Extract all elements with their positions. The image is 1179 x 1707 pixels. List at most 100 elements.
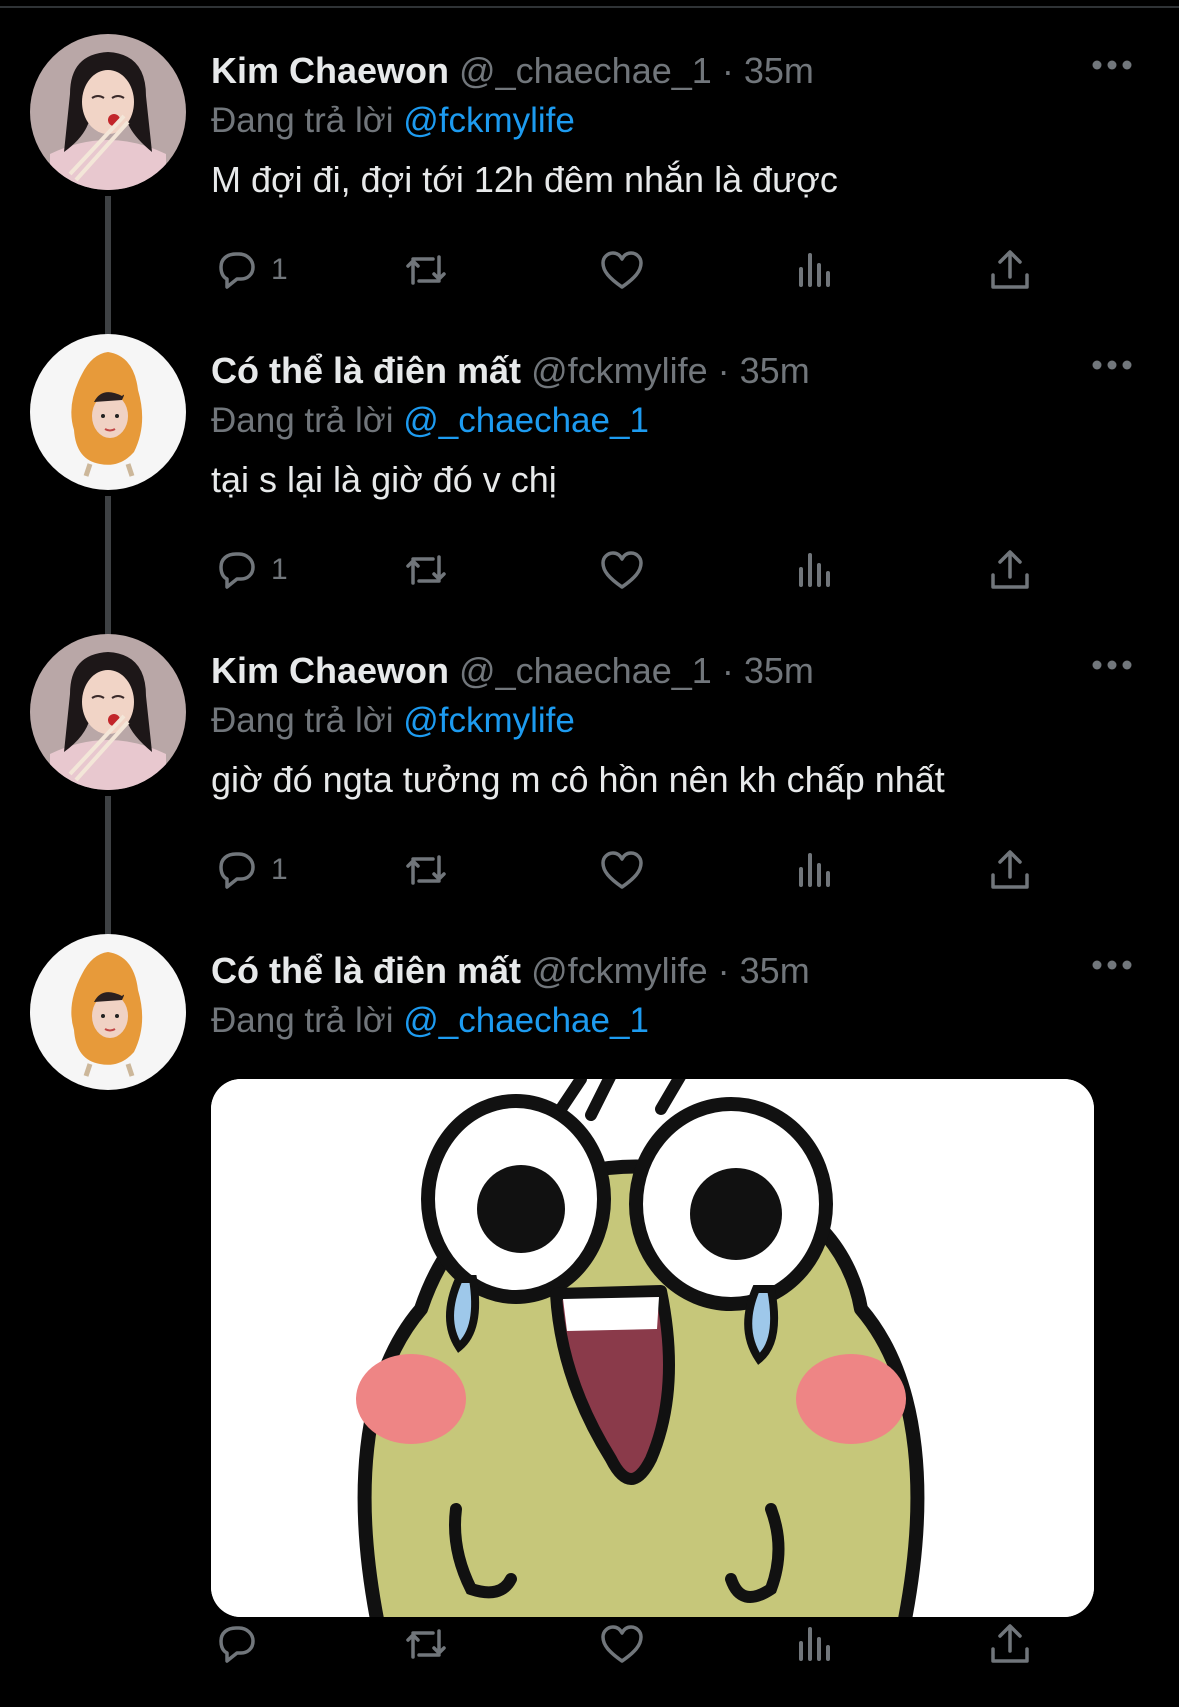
crying-laughing-frog-sticker: [211, 1079, 1094, 1617]
more-icon: [1092, 360, 1132, 370]
tweet-media-sticker[interactable]: [211, 1079, 1094, 1617]
timestamp[interactable]: 35m: [740, 950, 810, 991]
share-button[interactable]: [985, 542, 1035, 598]
more-icon: [1092, 660, 1132, 670]
tweet-actions: 1: [211, 242, 1051, 298]
tweet-text: giờ đó ngta tưởng m cô hồn nên kh chấp n…: [211, 759, 945, 800]
avatar-kim-chaewon[interactable]: [30, 34, 186, 190]
retweet-icon: [406, 555, 446, 585]
heart-icon: [601, 1625, 643, 1663]
reply-icon: [219, 252, 255, 289]
thread-connector: [105, 796, 111, 936]
tweet-actions: [211, 1616, 1051, 1672]
tweet-text: M đợi đi, đợi tới 12h đêm nhắn là được: [211, 159, 838, 200]
more-icon: [1092, 60, 1132, 70]
user-handle[interactable]: @fckmylife: [531, 350, 708, 391]
like-button[interactable]: [597, 542, 647, 598]
avatar-co-the-la-dien-mat[interactable]: [30, 934, 186, 1090]
more-icon: [1092, 960, 1132, 970]
reply-icon: [219, 552, 255, 589]
replying-to-link[interactable]: @fckmylife: [403, 701, 575, 740]
tweet-header: Kim Chaewon @_chaechae_1 · 35m: [211, 648, 814, 694]
retweet-icon: [406, 1629, 446, 1659]
reply-count: 1: [271, 853, 288, 886]
tweet-text: tại s lại là giờ đó v chị: [211, 459, 557, 500]
avatar-kim-chaewon[interactable]: [30, 634, 186, 790]
separator: ·: [721, 50, 734, 91]
share-icon: [991, 550, 1029, 589]
tweet-actions: 1: [211, 542, 1051, 598]
reply-icon: [219, 852, 255, 889]
replying-to-link[interactable]: @_chaechae_1: [403, 401, 649, 440]
retweet-button[interactable]: [401, 842, 451, 898]
top-divider: [0, 0, 1179, 8]
display-name[interactable]: Có thể là điên mất: [211, 350, 521, 391]
heart-icon: [601, 551, 643, 589]
share-button[interactable]: [985, 1616, 1035, 1672]
heart-icon: [601, 851, 643, 889]
reply-button[interactable]: [211, 1616, 261, 1672]
retweet-icon: [406, 255, 446, 285]
user-handle[interactable]: @fckmylife: [531, 950, 708, 991]
timestamp[interactable]: 35m: [740, 350, 810, 391]
tweet-actions: 1: [211, 842, 1051, 898]
thread-connector: [105, 196, 111, 336]
like-button[interactable]: [597, 1616, 647, 1672]
replying-to: Đang trả lời @fckmylife: [211, 98, 575, 144]
stats-icon: [799, 553, 830, 587]
reply-icon: [219, 1626, 255, 1663]
separator: ·: [717, 950, 730, 991]
avatar-co-the-la-dien-mat[interactable]: [30, 334, 186, 490]
timestamp[interactable]: 35m: [744, 50, 814, 91]
retweet-button[interactable]: [401, 1616, 451, 1672]
share-icon: [991, 250, 1029, 289]
more-options-button[interactable]: [1089, 650, 1135, 680]
replying-to-label: Đang trả lời: [211, 101, 394, 140]
replying-to-label: Đang trả lời: [211, 1001, 394, 1040]
stats-icon: [799, 253, 830, 287]
retweet-button[interactable]: [401, 542, 451, 598]
replying-to-label: Đang trả lời: [211, 701, 394, 740]
display-name[interactable]: Có thể là điên mất: [211, 950, 521, 991]
share-button[interactable]: [985, 842, 1035, 898]
replying-to: Đang trả lời @fckmylife: [211, 698, 575, 744]
display-name[interactable]: Kim Chaewon: [211, 650, 449, 691]
thread-connector: [105, 496, 111, 636]
replying-to: Đang trả lời @_chaechae_1: [211, 398, 649, 444]
display-name[interactable]: Kim Chaewon: [211, 50, 449, 91]
replying-to-link[interactable]: @fckmylife: [403, 101, 575, 140]
retweet-icon: [406, 855, 446, 885]
reply-button[interactable]: 1: [211, 842, 288, 898]
more-options-button[interactable]: [1089, 350, 1135, 380]
user-handle[interactable]: @_chaechae_1: [459, 50, 712, 91]
tweet-header: Có thể là điên mất @fckmylife · 35m: [211, 948, 810, 994]
user-handle[interactable]: @_chaechae_1: [459, 650, 712, 691]
replying-to-label: Đang trả lời: [211, 401, 394, 440]
share-button[interactable]: [985, 242, 1035, 298]
replying-to-link[interactable]: @_chaechae_1: [403, 1001, 649, 1040]
retweet-button[interactable]: [401, 242, 451, 298]
replying-to: Đang trả lời @_chaechae_1: [211, 998, 649, 1044]
share-icon: [991, 850, 1029, 889]
analytics-button[interactable]: [791, 1616, 841, 1672]
tweet-header: Có thể là điên mất @fckmylife · 35m: [211, 348, 810, 394]
stats-icon: [799, 1627, 830, 1661]
timestamp[interactable]: 35m: [744, 650, 814, 691]
like-button[interactable]: [597, 842, 647, 898]
analytics-button[interactable]: [791, 842, 841, 898]
separator: ·: [717, 350, 730, 391]
analytics-button[interactable]: [791, 242, 841, 298]
reply-button[interactable]: 1: [211, 242, 288, 298]
share-icon: [991, 1624, 1029, 1663]
reply-count: 1: [271, 553, 288, 586]
stats-icon: [799, 853, 830, 887]
reply-button[interactable]: 1: [211, 542, 288, 598]
more-options-button[interactable]: [1089, 950, 1135, 980]
conversation-thread: Kim Chaewon @_chaechae_1 · 35m Đang trả …: [0, 8, 1179, 1707]
heart-icon: [601, 251, 643, 289]
analytics-button[interactable]: [791, 542, 841, 598]
tweet-header: Kim Chaewon @_chaechae_1 · 35m: [211, 48, 814, 94]
separator: ·: [721, 650, 734, 691]
more-options-button[interactable]: [1089, 50, 1135, 80]
like-button[interactable]: [597, 242, 647, 298]
